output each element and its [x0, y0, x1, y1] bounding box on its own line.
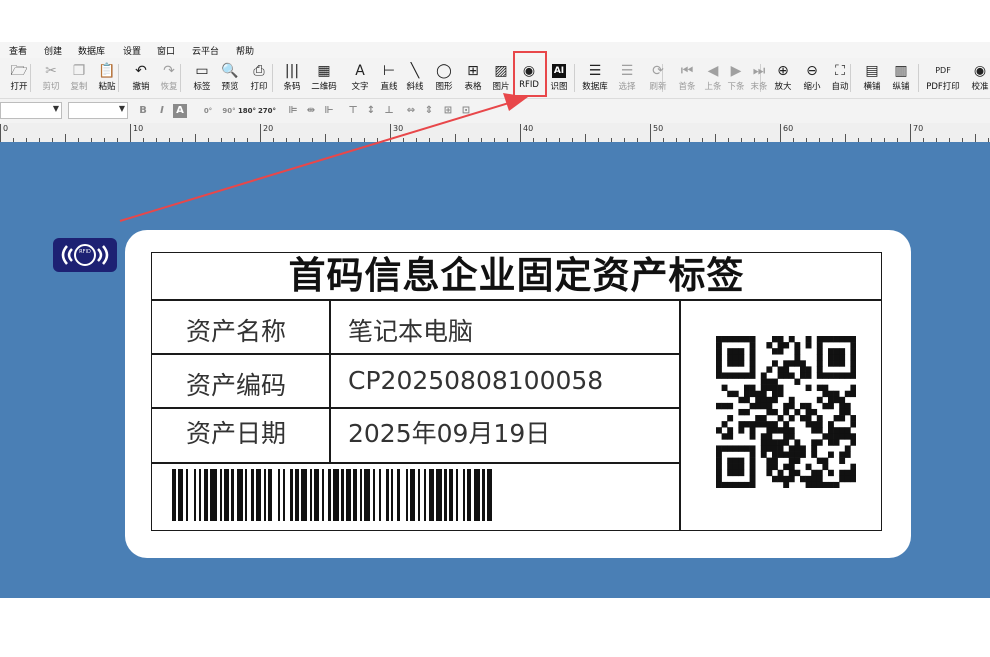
rfid-badge[interactable]: RFID	[53, 238, 117, 272]
asset-qrcode[interactable]	[716, 336, 856, 488]
asset-code-value[interactable]: CP20250808100058	[348, 366, 603, 395]
asset-date-key[interactable]: 资产日期	[186, 414, 286, 450]
rfid-badge-text: RFID	[79, 249, 91, 255]
asset-date-value[interactable]: 2025年09月19日	[348, 414, 550, 450]
table-divider	[151, 462, 680, 464]
asset-name-value[interactable]: 笔记本电脑	[348, 312, 473, 348]
label-title[interactable]: 首码信息企业固定资产标签	[151, 252, 882, 300]
table-divider	[679, 299, 681, 531]
table-divider	[151, 353, 680, 355]
asset-code-key[interactable]: 资产编码	[186, 366, 286, 402]
rfid-icon	[61, 244, 109, 266]
asset-barcode[interactable]	[172, 469, 664, 521]
table-divider	[329, 299, 331, 462]
asset-name-key[interactable]: 资产名称	[186, 312, 286, 348]
table-divider	[151, 299, 882, 301]
table-divider	[151, 407, 680, 409]
